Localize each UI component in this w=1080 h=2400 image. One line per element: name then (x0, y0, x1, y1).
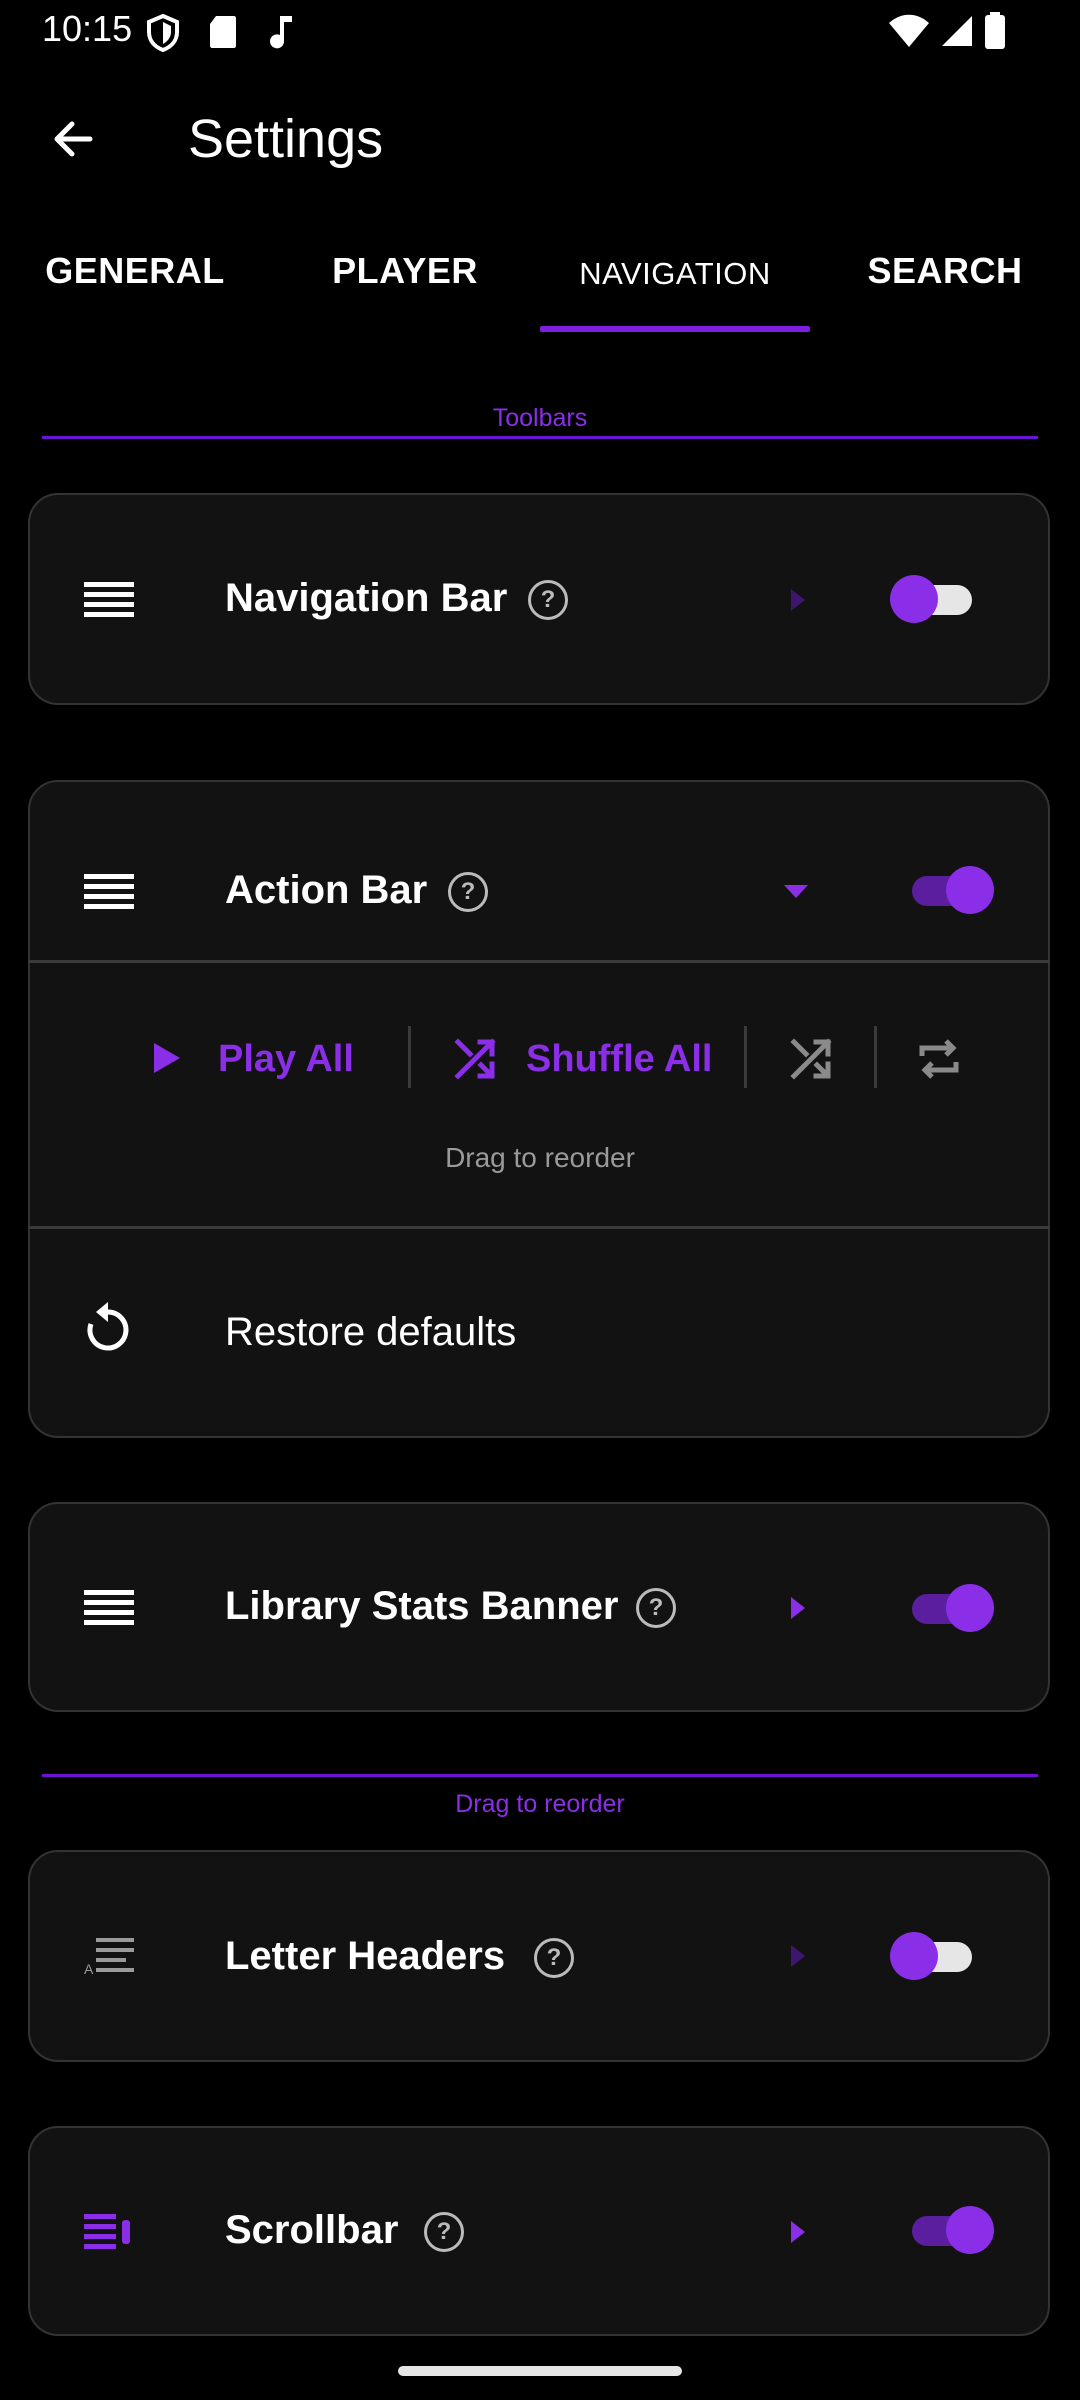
letter-headers-title: Letter Headers (225, 1934, 506, 1978)
shuffle-icon[interactable] (790, 1038, 832, 1080)
cell-signal-icon (942, 16, 972, 46)
section-header-toolbars: Toolbars (492, 404, 588, 432)
svg-text:A: A (84, 1961, 94, 1976)
help-icon[interactable]: ? (636, 1588, 676, 1628)
scrollbar-card[interactable] (28, 2126, 1050, 2336)
section-divider (42, 1774, 1038, 1777)
page-title: Settings (188, 109, 384, 169)
expand-arrow-icon[interactable] (788, 1594, 808, 1622)
shuffle-icon (454, 1038, 496, 1080)
battery-icon (985, 12, 1005, 49)
restore-icon (87, 1302, 129, 1351)
divider (28, 960, 1050, 963)
scrollbar-icon (84, 2214, 130, 2249)
separator (744, 1026, 747, 1088)
back-arrow-icon[interactable] (48, 114, 98, 164)
drag-handle-icon[interactable] (84, 1588, 134, 1628)
tab-general[interactable]: GENERAL (0, 250, 270, 292)
scrollbar-toggle[interactable] (904, 2206, 994, 2254)
help-icon[interactable]: ? (424, 2212, 464, 2252)
tab-player[interactable]: PLAYER (270, 250, 540, 292)
wifi-icon (889, 14, 929, 47)
play-all-action[interactable]: Play All (218, 1038, 354, 1081)
drag-handle-icon[interactable] (84, 580, 134, 620)
library-stats-banner-title: Library Stats Banner (225, 1584, 619, 1628)
home-indicator[interactable] (398, 2366, 682, 2376)
help-icon[interactable]: ? (528, 580, 568, 620)
shuffle-all-action[interactable]: Shuffle All (526, 1038, 712, 1081)
action-bar-title: Action Bar (225, 868, 428, 912)
section-divider (42, 436, 1038, 439)
music-note-icon (270, 16, 292, 49)
status-time: 10:15 (42, 8, 133, 49)
scrollbar-title: Scrollbar (225, 2208, 399, 2252)
separator (874, 1026, 877, 1088)
separator (408, 1026, 411, 1088)
restore-defaults-button[interactable]: Restore defaults (225, 1310, 1045, 1366)
collapse-arrow-icon[interactable] (782, 882, 810, 900)
action-bar-toggle[interactable] (904, 866, 994, 914)
letter-headers-icon: A (84, 1938, 134, 1976)
drag-hint: Drag to reorder (445, 1142, 635, 1173)
play-icon (154, 1043, 180, 1073)
shield-icon (147, 14, 179, 52)
library-stats-banner-toggle[interactable] (904, 1584, 994, 1632)
navigation-bar-toggle[interactable] (890, 575, 980, 623)
tab-navigation[interactable]: NAVIGATION (540, 256, 810, 292)
help-icon[interactable]: ? (448, 872, 488, 912)
expand-arrow-icon[interactable] (788, 1942, 808, 1970)
drag-handle-icon[interactable] (84, 872, 134, 912)
section-header-drag-to-reorder: Drag to reorder (455, 1790, 625, 1818)
divider (28, 1226, 1050, 1229)
expand-arrow-icon[interactable] (788, 586, 808, 614)
sd-card-icon (210, 16, 236, 48)
navigation-bar-title: Navigation Bar (225, 576, 508, 620)
repeat-icon[interactable] (916, 1036, 962, 1082)
letter-headers-toggle[interactable] (890, 1932, 980, 1980)
expand-arrow-icon[interactable] (788, 2218, 808, 2246)
help-icon[interactable]: ? (534, 1938, 574, 1978)
tab-search[interactable]: SEARCH (810, 250, 1080, 292)
tab-indicator (540, 326, 810, 332)
